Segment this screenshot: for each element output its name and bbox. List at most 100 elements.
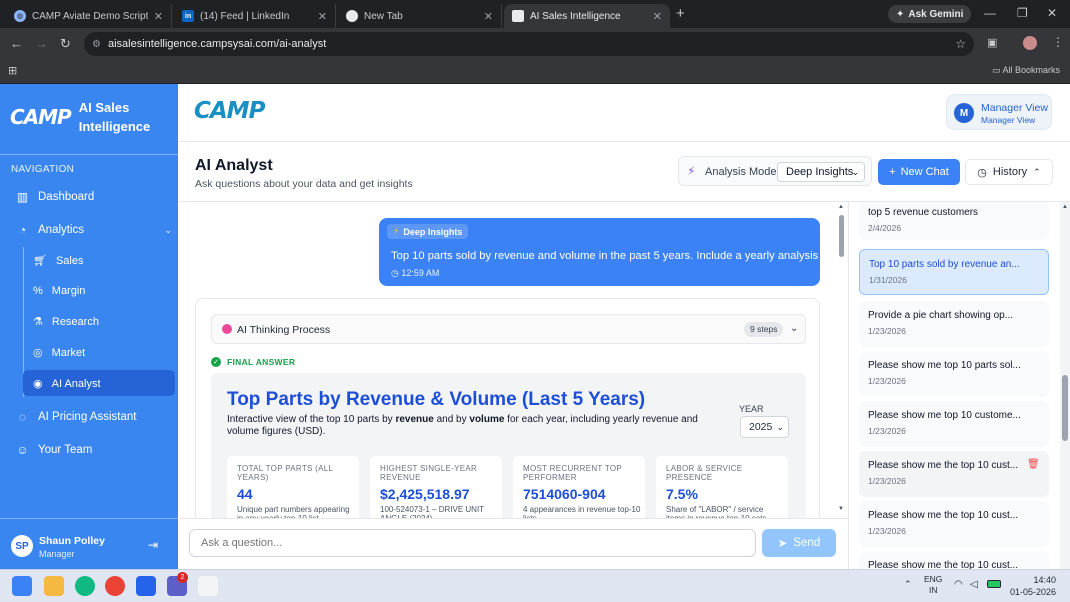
gemini-spark-icon: ✦	[896, 8, 905, 20]
all-bookmarks-button[interactable]: ▭ All Bookmarks	[992, 65, 1060, 76]
history-item-date: 1/31/2026	[869, 275, 907, 285]
teams-icon[interactable]: 2	[167, 572, 188, 596]
window-close-icon[interactable]: ✕	[1047, 6, 1057, 20]
browser-tab-linkedin[interactable]: in (14) Feed | LinkedIn ✕	[174, 4, 336, 28]
history-item-date: 1/23/2026	[868, 326, 906, 336]
more-menu-icon[interactable]: ⋮	[1052, 35, 1064, 49]
file-explorer-icon[interactable]	[44, 576, 64, 596]
page-subtitle: Ask questions about your data and get in…	[195, 178, 413, 190]
browser-tab-ai-sales[interactable]: AI Sales Intelligence ✕	[504, 4, 670, 28]
kpi-value: $2,425,518.97	[380, 486, 470, 502]
linkedin-icon: in	[182, 10, 194, 22]
kpi-value: 7514060-904	[523, 486, 606, 502]
cart-icon: 🛒︎	[33, 255, 47, 267]
site-info-icon[interactable]: ⚙	[92, 39, 101, 50]
volume-icon[interactable]: ◁	[970, 579, 978, 590]
history-item-hovered[interactable]: Please show me the top 10 cust... 1/23/2…	[859, 451, 1049, 497]
scrollbar-thumb[interactable]	[1062, 375, 1068, 441]
clock-icon: ◷	[391, 268, 399, 278]
manager-view-switch[interactable]: M Manager View Manager View	[946, 94, 1052, 130]
cast-icon[interactable]: ▣	[987, 36, 997, 49]
header-camp-logo[interactable]: CAMP	[194, 98, 265, 124]
clock-date: 01-05-2026	[1010, 587, 1057, 597]
chrome-icon[interactable]	[105, 576, 125, 596]
close-icon[interactable]: ✕	[318, 10, 327, 23]
close-icon[interactable]: ✕	[484, 10, 493, 23]
sidebar-item-market[interactable]: ◎ Market	[33, 346, 85, 360]
browser-tab-new-tab[interactable]: New Tab ✕	[338, 4, 502, 28]
final-answer-label: FINAL ANSWER	[227, 357, 296, 367]
wifi-icon[interactable]: ◠	[954, 579, 963, 590]
manager-view-subtitle: Manager View	[981, 115, 1036, 125]
address-bar: ← → ↻ ⚙ aisalesintelligence.campsysai.co…	[0, 28, 1070, 60]
history-item-date: 1/23/2026	[868, 526, 906, 536]
profile-avatar[interactable]	[1023, 36, 1037, 50]
sidebar-item-research[interactable]: ⚗ Research	[33, 315, 99, 329]
analysis-mode-select[interactable]: Deep Insights ⌄	[777, 162, 865, 182]
sidebar-item-ai-pricing[interactable]: ◌ AI Pricing Assistant	[16, 410, 137, 424]
sidebar-brand[interactable]: CAMP AI Sales Intelligence	[10, 98, 150, 136]
history-item-title: Please show me the top 10 cust...	[868, 560, 1019, 569]
kpi-card-highest-revenue: HIGHEST SINGLE-YEAR REVENUE $2,425,518.9…	[370, 456, 502, 518]
kpi-value: 44	[237, 486, 253, 502]
close-icon[interactable]: ✕	[154, 10, 163, 23]
apps-grid-icon[interactable]: ⊞	[8, 64, 17, 77]
history-item[interactable]: Please show me the top 10 cust...	[859, 551, 1049, 569]
scroll-down-arrow-icon[interactable]: ▼	[838, 506, 844, 512]
sidebar-item-your-team[interactable]: ☺ Your Team	[16, 443, 92, 457]
kpi-card-labor-service: LABOR & SERVICE PRESENCE 7.5% Share of "…	[656, 456, 788, 518]
brand-title: AI Sales Intelligence	[79, 98, 151, 136]
close-icon[interactable]: ✕	[653, 10, 662, 23]
maximize-icon[interactable]: ❐	[1017, 6, 1028, 20]
history-item[interactable]: Please show me top 10 custome... 1/23/20…	[859, 401, 1049, 447]
browser-tab-camp-demo[interactable]: ◍ CAMP Aviate Demo Script and ✕	[6, 4, 172, 28]
system-clock[interactable]: 14:40 01-05-2026	[1010, 574, 1056, 598]
new-chat-button[interactable]: + New Chat	[878, 159, 960, 185]
chat-scrollbar[interactable]: ▲ ▼	[837, 202, 847, 518]
battery-icon[interactable]	[987, 580, 1001, 588]
forward-arrow-icon[interactable]: →	[35, 36, 48, 51]
send-button[interactable]: ➤ Send	[762, 529, 836, 557]
snipping-tool-icon[interactable]	[198, 576, 218, 596]
language-indicator[interactable]: ENG IN	[924, 574, 942, 596]
minimize-icon[interactable]: —	[984, 6, 996, 20]
scrollbar-thumb[interactable]	[839, 215, 844, 257]
new-tab-button[interactable]: +	[676, 5, 685, 22]
history-item[interactable]: Please show me top 10 parts sol... 1/23/…	[859, 351, 1049, 397]
avatar[interactable]: SP	[11, 535, 33, 557]
sidebar-item-ai-analyst[interactable]: ◉ AI Analyst	[33, 377, 101, 391]
logout-icon[interactable]: ⇥	[148, 538, 158, 552]
chevron-down-icon: ⌄	[164, 224, 172, 235]
windows-taskbar: 2 ⌃ ENG IN ◠ ◁ 14:40 01-05-2026	[0, 569, 1070, 602]
sidebar-item-analytics[interactable]: ◔ Analytics ⌄	[16, 223, 172, 237]
history-item[interactable]: Provide a pie chart showing op... 1/23/2…	[859, 301, 1049, 347]
ai-thinking-process-toggle[interactable]: AI Thinking Process 9 steps ⌄	[211, 314, 806, 344]
history-item-title: Please show me top 10 parts sol...	[868, 360, 1021, 371]
outlook-icon[interactable]	[136, 576, 156, 596]
scroll-up-arrow-icon[interactable]: ▲	[1062, 204, 1068, 210]
bookmark-star-icon[interactable]: ☆	[955, 37, 966, 51]
history-button[interactable]: ◷ History ⌃	[965, 159, 1053, 185]
desc-bold-volume: volume	[469, 414, 505, 425]
history-item[interactable]: top 5 revenue customers 2/4/2026	[859, 202, 1049, 240]
tab-title: CAMP Aviate Demo Script and	[32, 10, 148, 22]
sidebar-item-label: Margin	[51, 285, 86, 297]
back-arrow-icon[interactable]: ←	[10, 36, 23, 51]
trash-icon[interactable]: 🗑︎	[1027, 459, 1040, 470]
history-item-selected[interactable]: Top 10 parts sold by revenue an... 1/31/…	[859, 249, 1049, 295]
scroll-up-arrow-icon[interactable]: ▲	[838, 204, 844, 210]
history-scrollbar[interactable]: ▲	[1060, 202, 1070, 569]
edge-browser-icon[interactable]	[75, 576, 95, 596]
url-omnibox[interactable]: ⚙ aisalesintelligence.campsysai.com/ai-a…	[84, 32, 974, 56]
history-item[interactable]: Please show me the top 10 cust... 1/23/2…	[859, 501, 1049, 547]
windows-start-icon[interactable]	[12, 576, 32, 596]
analysis-mode-value: Deep Insights	[786, 166, 854, 178]
year-select[interactable]: 2025 ⌄	[740, 416, 789, 438]
ask-gemini-button[interactable]: ✦ Ask Gemini	[888, 5, 972, 23]
reload-icon[interactable]: ↻	[60, 36, 71, 52]
sidebar-item-sales[interactable]: 🛒︎ Sales	[33, 254, 84, 268]
question-input[interactable]	[189, 529, 756, 557]
chevron-up-icon[interactable]: ⌃	[904, 579, 912, 590]
sidebar-item-margin[interactable]: % Margin	[33, 285, 85, 297]
sidebar-item-dashboard[interactable]: ▥ Dashboard	[16, 190, 94, 204]
